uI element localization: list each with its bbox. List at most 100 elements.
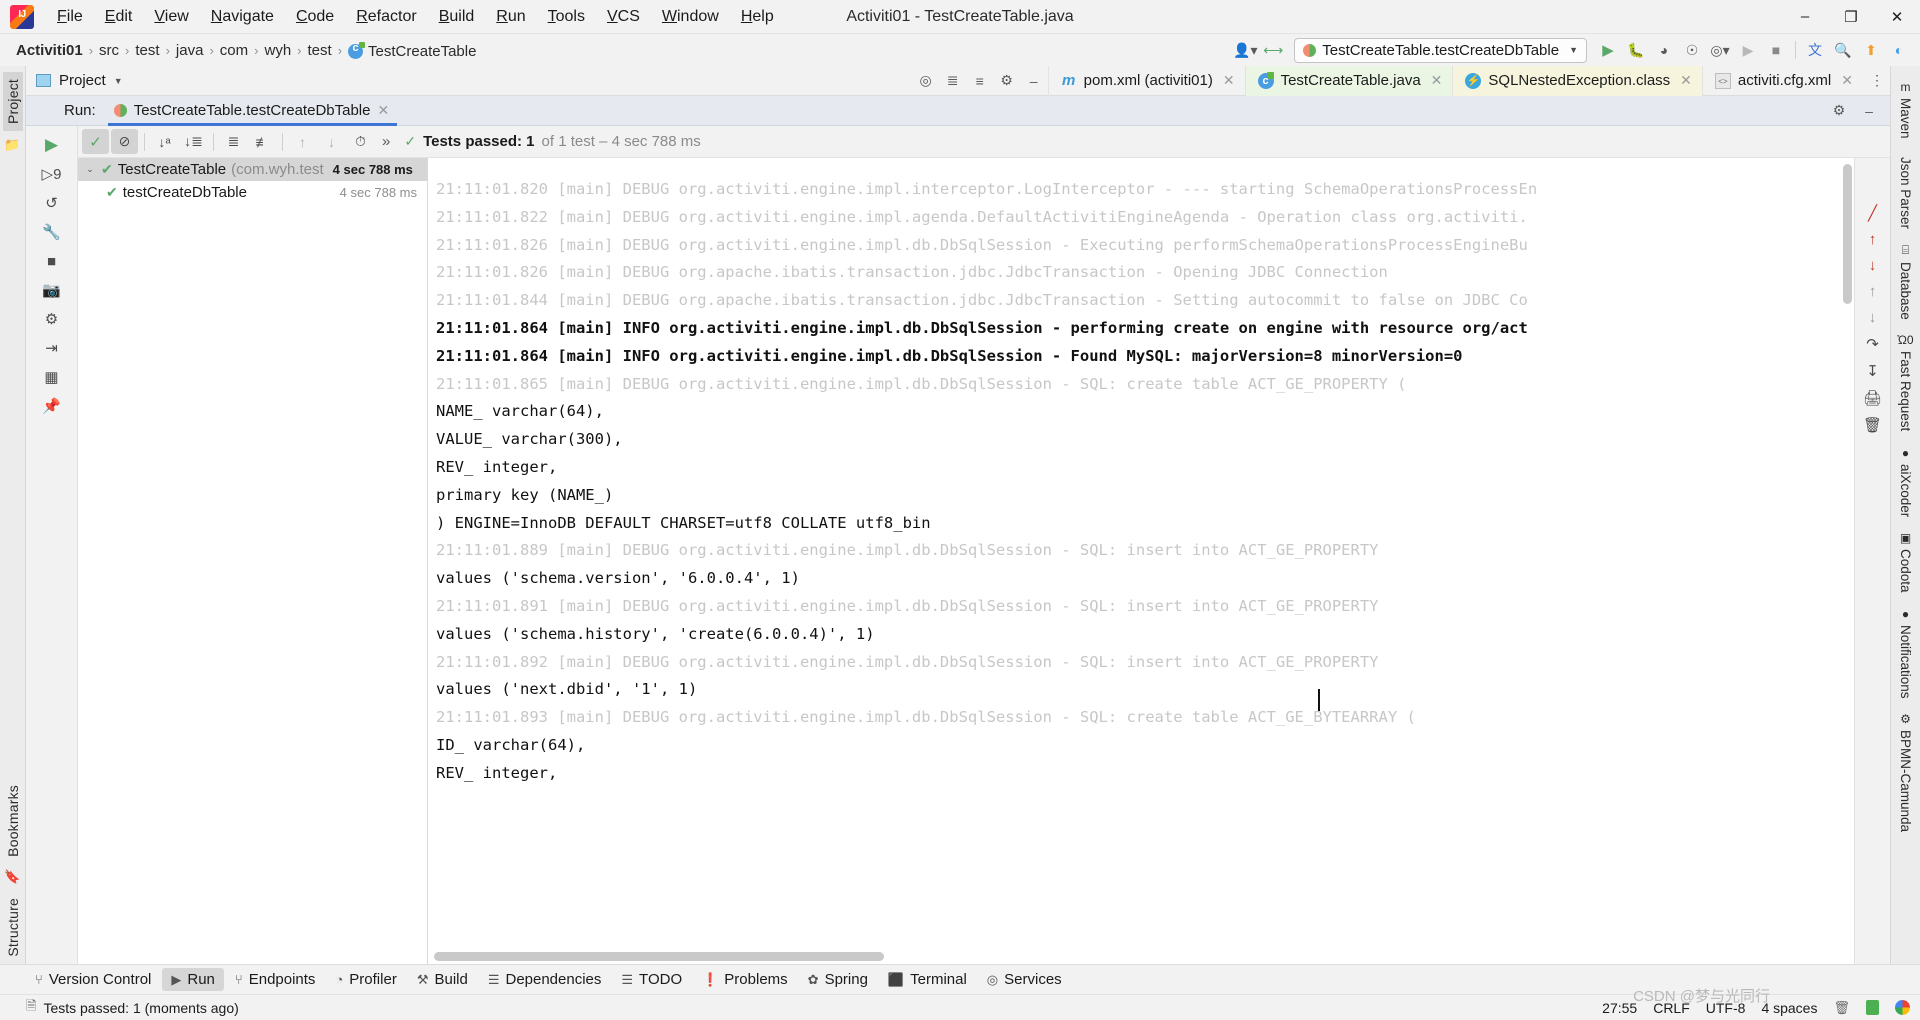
- test-runner-toolbar[interactable]: ✓ ⊘ ↓ᵃ ↓≣ ≣ ≢ ↑ ↓ ⏱ » ✓ Tests passed: 1 …: [78, 126, 1890, 158]
- menu-view[interactable]: View: [143, 3, 199, 31]
- debug-button[interactable]: 🐛: [1623, 37, 1649, 63]
- menu-tools[interactable]: Tools: [537, 3, 596, 31]
- rerun-failed-icon[interactable]: ▷9: [39, 161, 65, 187]
- breadcrumb-item-src[interactable]: src: [95, 41, 123, 60]
- right-tool-tab-fast-request[interactable]: Ὠ0 Fast Request: [1896, 327, 1914, 437]
- tool-window-profiler[interactable]: ◔ Profiler: [326, 968, 405, 991]
- print-icon[interactable]: 🖨: [1863, 389, 1882, 407]
- project-header-tools[interactable]: ◎ ≣ ≡ ⚙ – mpom.xml (activiti01)✕TestCrea…: [913, 65, 1890, 96]
- breadcrumb-item-test[interactable]: test: [131, 41, 163, 60]
- right-tool-tab-aixcoder[interactable]: ● aiXcoder: [1897, 440, 1914, 523]
- menu-vcs[interactable]: VCS: [596, 3, 651, 31]
- minimize-button[interactable]: –: [1782, 0, 1828, 34]
- menu-navigate[interactable]: Navigate: [200, 3, 285, 31]
- editor-tab-3[interactable]: activiti.cfg.xml ✕: [1701, 65, 1863, 96]
- show-passed-toggle[interactable]: ✓: [82, 129, 109, 154]
- menu-run[interactable]: Run: [485, 3, 536, 31]
- breadcrumb-item-testcreatetable[interactable]: TestCreateTable: [344, 40, 480, 61]
- right-tool-tab-json-parser[interactable]: Json Parser: [1897, 147, 1914, 235]
- breadcrumb[interactable]: Activiti01›src›test›java›com›wyh›test›Te…: [12, 40, 480, 61]
- caret-position[interactable]: 27:55: [1602, 1000, 1637, 1016]
- sort-alphabetically-button[interactable]: ↓ᵃ: [151, 129, 178, 154]
- collapse-all-icon[interactable]: ≡: [967, 68, 993, 94]
- editor-tabs-overflow-icon[interactable]: ⋮: [1864, 68, 1890, 94]
- run-tab[interactable]: TestCreateTable.testCreateDbTable ✕: [107, 95, 398, 126]
- console-output-panel[interactable]: 21:11:01.820 [main] DEBUG org.activiti.e…: [428, 158, 1854, 964]
- console-vertical-scrollbar[interactable]: [1843, 164, 1852, 304]
- toolbar-overflow-button[interactable]: »: [376, 133, 396, 150]
- tool-window-version-control[interactable]: ⑂ Version Control: [26, 968, 160, 991]
- minimize-tool-window-icon[interactable]: –: [1856, 98, 1882, 124]
- test-tree-row[interactable]: ⌄ ✔ TestCreateTable (com.wyh.test 4 sec 788 …: [78, 158, 427, 181]
- tool-window-build[interactable]: ⚒ Build: [408, 968, 477, 991]
- line-separator[interactable]: CRLF: [1653, 1000, 1690, 1016]
- editor-tab-2[interactable]: SQLNestedException.class ✕: [1452, 65, 1702, 96]
- close-icon[interactable]: ✕: [1431, 72, 1443, 89]
- run-button[interactable]: ▶: [1595, 37, 1621, 63]
- close-icon[interactable]: ✕: [1841, 72, 1853, 89]
- left-tool-strip[interactable]: Project 📁 Bookmarks 🔖 Structure: [0, 66, 26, 964]
- locate-icon[interactable]: ◎: [913, 68, 939, 94]
- editor-tab-1[interactable]: TestCreateTable.java ✕: [1244, 65, 1453, 96]
- tool-window-dependencies[interactable]: ☰ Dependencies: [479, 968, 611, 991]
- right-tool-tab-notifications[interactable]: ● Notifications: [1897, 601, 1914, 705]
- breadcrumb-item-test[interactable]: test: [304, 41, 336, 60]
- run-with-coverage-button[interactable]: ◕: [1651, 37, 1677, 63]
- next-occurrence-icon[interactable]: ↓: [1869, 309, 1877, 326]
- soft-wrap-icon[interactable]: ╱: [1868, 204, 1877, 222]
- next-failed-test-button[interactable]: ↓: [318, 129, 345, 154]
- menu-refactor[interactable]: Refactor: [345, 3, 427, 31]
- test-history-button[interactable]: ⏱: [347, 129, 374, 154]
- tool-window-spring[interactable]: ✿ Spring: [799, 968, 877, 991]
- update-icon[interactable]: ⬆: [1858, 37, 1884, 63]
- right-tool-strip[interactable]: m Maven Json Parser ⌸ Database Ὠ0 Fast Request…: [1890, 66, 1920, 964]
- menu-file[interactable]: File: [46, 3, 94, 31]
- tool-window-todo[interactable]: ☰ TODO: [612, 968, 691, 991]
- project-title-group[interactable]: Project ▼: [26, 72, 123, 89]
- test-results-tree[interactable]: ⌄ ✔ TestCreateTable (com.wyh.test 4 sec 788 …: [78, 158, 428, 964]
- run-configuration-selector[interactable]: TestCreateTable.testCreateDbTable ▼: [1294, 37, 1587, 63]
- menu-code[interactable]: Code: [285, 3, 345, 31]
- menu-bar-items[interactable]: File Edit View Navigate Code Refactor Build Run…: [46, 3, 785, 31]
- right-tool-tab-database[interactable]: ⌸ Database: [1897, 237, 1914, 326]
- sidebar-tab-bookmarks[interactable]: Bookmarks: [3, 778, 23, 864]
- status-right[interactable]: 27:55 CRLF UTF-8 4 spaces 🗑: [1602, 1000, 1910, 1016]
- expand-all-icon[interactable]: ≣: [940, 68, 966, 94]
- right-tool-tab-codota[interactable]: ▣ Codota: [1897, 525, 1914, 599]
- window-controls[interactable]: – ❐ ✕: [1782, 0, 1920, 34]
- close-icon[interactable]: ✕: [1680, 72, 1692, 89]
- breadcrumb-item-java[interactable]: java: [172, 41, 208, 60]
- breadcrumb-item-com[interactable]: com: [216, 41, 252, 60]
- rerun-icon[interactable]: ▶: [39, 132, 65, 158]
- menu-help[interactable]: Help: [730, 3, 785, 31]
- menu-build[interactable]: Build: [428, 3, 486, 31]
- user-icon[interactable]: 👤▾: [1232, 37, 1258, 63]
- breadcrumb-item-activiti01[interactable]: Activiti01: [12, 41, 87, 60]
- scroll-up-icon[interactable]: ↑: [1869, 231, 1877, 248]
- console-text[interactable]: 21:11:01.820 [main] DEBUG org.activiti.e…: [428, 158, 1854, 964]
- gear-icon[interactable]: ⚙: [994, 68, 1020, 94]
- trash-icon[interactable]: 🗑: [1833, 1000, 1850, 1016]
- clear-all-icon[interactable]: 🗑: [1863, 416, 1882, 434]
- show-ignored-toggle[interactable]: ⊘: [111, 129, 138, 154]
- previous-failed-test-button[interactable]: ↑: [289, 129, 316, 154]
- breadcrumb-item-wyh[interactable]: wyh: [260, 41, 295, 60]
- menu-window[interactable]: Window: [651, 3, 730, 31]
- indent-setting[interactable]: 4 spaces: [1761, 1000, 1817, 1016]
- collapse-all-button[interactable]: ≢: [249, 129, 276, 154]
- sidebar-tab-structure[interactable]: Structure: [3, 891, 23, 964]
- editor-tab-0[interactable]: m pom.xml (activiti01) ✕: [1047, 65, 1245, 96]
- file-encoding[interactable]: UTF-8: [1706, 1000, 1746, 1016]
- profile-button[interactable]: ☉: [1679, 37, 1705, 63]
- translate-icon[interactable]: 文: [1802, 37, 1828, 63]
- rerun-button[interactable]: ▶: [1735, 37, 1761, 63]
- ide-badge-icon[interactable]: ◐: [1886, 37, 1912, 63]
- tool-window-endpoints[interactable]: ⑂ Endpoints: [226, 968, 325, 991]
- close-icon[interactable]: ✕: [1223, 72, 1235, 89]
- tool-window-services[interactable]: ◎ Services: [978, 968, 1071, 991]
- console-side-toolbar[interactable]: ╱ ↑ ↓ ↑ ↓ ↷ ↧ 🖨 🗑: [1854, 158, 1890, 964]
- menu-edit[interactable]: Edit: [94, 3, 144, 31]
- run-side-toolbar[interactable]: ▶ ▷9 ↺ 🔧 ■ 📷 ⚙ ⇥ ▦ 📌: [26, 126, 78, 964]
- browser-icon[interactable]: [1895, 1000, 1910, 1015]
- right-tool-tab-maven[interactable]: m Maven: [1897, 74, 1914, 145]
